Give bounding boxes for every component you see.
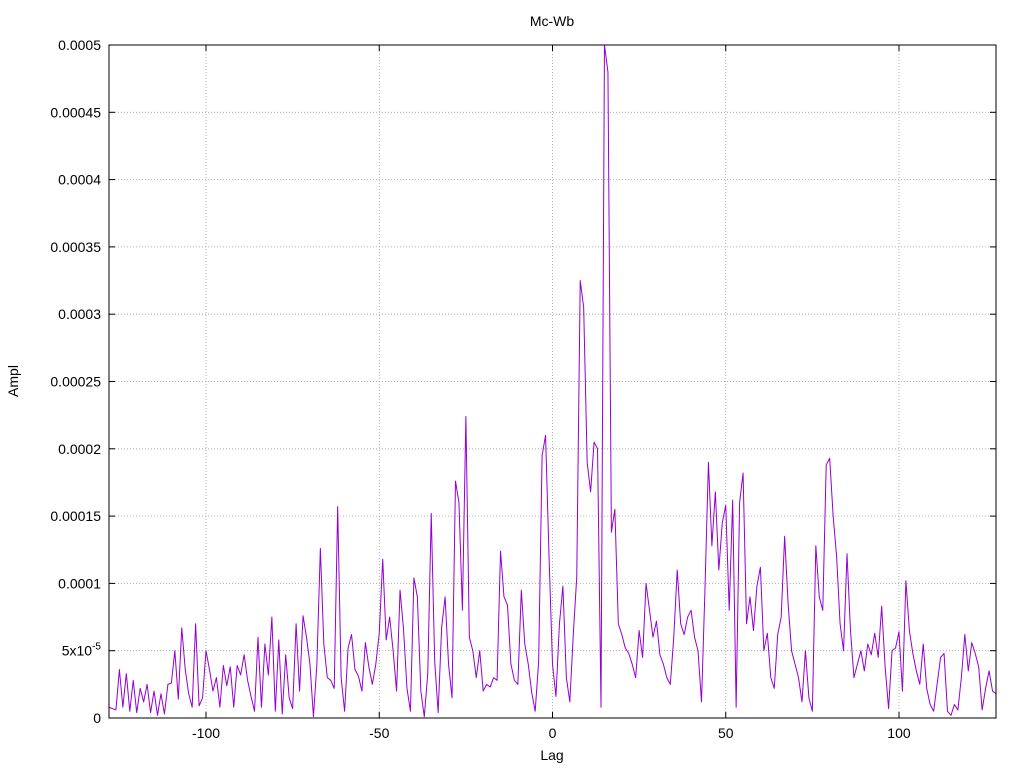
- y-tick-label: 0.0002: [58, 441, 101, 457]
- x-tick-label: 50: [718, 725, 734, 741]
- x-tick-label: -50: [369, 725, 389, 741]
- y-axis-title: Ampl: [5, 365, 21, 397]
- y-tick-label-base: 5x10: [62, 643, 93, 659]
- y-tick-label: 0.00035: [50, 239, 101, 255]
- x-tick-label: 100: [887, 725, 911, 741]
- x-tick-label: 0: [549, 725, 557, 741]
- y-tick-label: 0.0005: [58, 37, 101, 53]
- chart-title: Mc-Wb: [530, 13, 575, 29]
- chart: -100 -50 0 50 100 0 5x10-5 0.0001 0.00015 0.0002 0…: [0, 0, 1024, 768]
- y-tick-label: 0.00025: [50, 374, 101, 390]
- x-axis-title: Lag: [540, 747, 563, 763]
- y-tick-label: 0.00015: [50, 508, 101, 524]
- y-tick-label: 0.0004: [58, 172, 101, 188]
- y-tick-label: 0: [93, 710, 101, 726]
- x-tick-label: -100: [192, 725, 220, 741]
- y-tick-label: 0.0001: [58, 575, 101, 591]
- y-tick-label: 0.00045: [50, 104, 101, 120]
- y-tick-label-exponent: -5: [92, 642, 101, 653]
- y-tick-label: 0.0003: [58, 306, 101, 322]
